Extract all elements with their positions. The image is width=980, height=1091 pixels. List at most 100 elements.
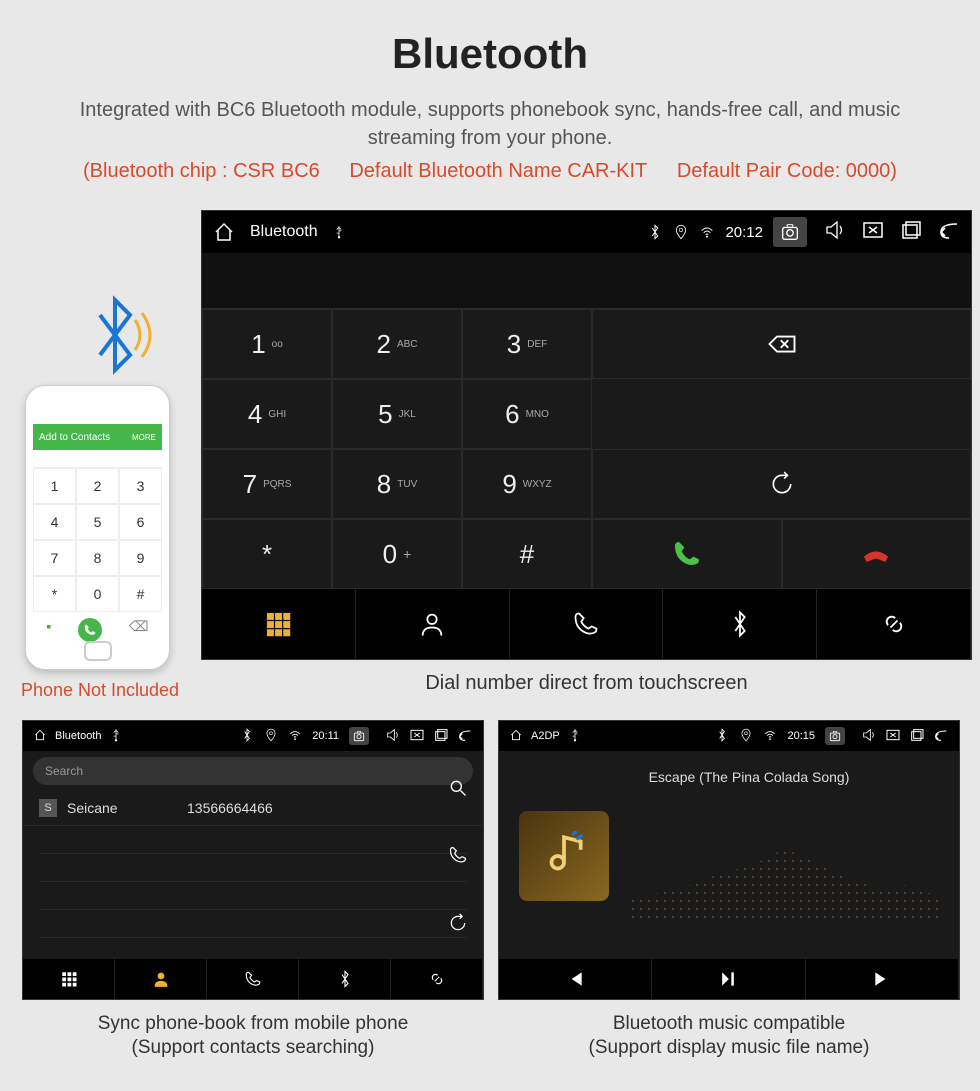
dialer-screen: Bluetooth 20:12 1oo 2ABC 3DEF 4GHI 5JKL … <box>201 210 972 660</box>
side-call-icon[interactable] <box>448 845 468 870</box>
back-icon[interactable] <box>933 727 949 746</box>
phone-key-6: 6 <box>119 504 162 540</box>
phone-key-hash: # <box>119 576 162 612</box>
side-search-icon[interactable] <box>448 778 468 803</box>
statusbar: Bluetooth 20:12 <box>202 211 971 253</box>
key-9[interactable]: 9WXYZ <box>462 449 592 519</box>
statusbar-title: Bluetooth <box>55 730 101 742</box>
key-1[interactable]: 1oo <box>202 309 332 379</box>
search-input[interactable]: Search <box>33 757 473 785</box>
nav-bluetooth[interactable] <box>299 959 391 999</box>
spec-chip: (Bluetooth chip : CSR BC6 <box>83 160 320 182</box>
key-6[interactable]: 6MNO <box>462 379 592 449</box>
nav-keypad[interactable] <box>23 959 115 999</box>
bluetooth-icon <box>240 728 254 745</box>
music-statusbar: A2DP 20:15 <box>499 721 959 751</box>
nav-pair[interactable] <box>817 589 971 659</box>
phonebook-statusbar: Bluetooth 20:11 <box>23 721 483 751</box>
close-window-icon[interactable] <box>885 727 901 746</box>
key-0[interactable]: 0+ <box>332 519 462 589</box>
key-star[interactable]: * <box>202 519 332 589</box>
contact-number: 13566664466 <box>187 800 273 816</box>
backspace-button[interactable] <box>592 309 971 379</box>
key-3[interactable]: 3DEF <box>462 309 592 379</box>
key-5[interactable]: 5JKL <box>332 379 462 449</box>
bluetooth-icon <box>715 728 729 745</box>
audio-visualizer <box>629 841 939 921</box>
page-title: Bluetooth <box>0 0 980 78</box>
redial-button[interactable] <box>592 449 971 519</box>
phone-caption: Phone Not Included <box>10 680 190 701</box>
next-track-button[interactable] <box>806 959 959 999</box>
key-7[interactable]: 7PQRS <box>202 449 332 519</box>
phone-call-icon <box>78 618 102 642</box>
search-placeholder: Search <box>45 764 83 778</box>
number-display <box>202 253 971 309</box>
contact-row[interactable]: S Seicane 13566664466 <box>23 791 483 826</box>
phone-key-4: 4 <box>33 504 76 540</box>
phone-key-star: * <box>33 576 76 612</box>
wifi-icon <box>288 728 302 745</box>
phone-key-7: 7 <box>33 540 76 576</box>
side-refresh-icon[interactable] <box>448 913 468 938</box>
music-caption: Bluetooth music compatible (Support disp… <box>498 1013 960 1059</box>
phone-home-button <box>84 641 112 661</box>
key-8[interactable]: 8TUV <box>332 449 462 519</box>
spec-pair: Default Pair Code: 0000) <box>677 160 897 182</box>
nav-pair[interactable] <box>391 959 483 999</box>
phone-key-9: 9 <box>119 540 162 576</box>
prev-track-button[interactable] <box>499 959 652 999</box>
volume-icon[interactable] <box>861 727 877 746</box>
close-window-icon[interactable] <box>409 727 425 746</box>
camera-icon[interactable] <box>349 727 369 745</box>
hangup-button[interactable] <box>782 519 972 589</box>
phone-key-0: 0 <box>76 576 119 612</box>
volume-icon[interactable] <box>823 218 847 246</box>
wifi-icon <box>699 224 715 240</box>
usb-icon <box>568 728 582 745</box>
page-specs: (Bluetooth chip : CSR BC6 Default Blueto… <box>0 160 980 197</box>
key-2[interactable]: 2ABC <box>332 309 462 379</box>
recent-apps-icon[interactable] <box>909 727 925 746</box>
volume-icon[interactable] <box>385 727 401 746</box>
close-window-icon[interactable] <box>861 218 885 246</box>
location-icon <box>264 728 278 745</box>
phone-video-icon: ▪ <box>46 618 51 642</box>
key-4[interactable]: 4GHI <box>202 379 332 449</box>
back-icon[interactable] <box>937 218 961 246</box>
recent-apps-icon[interactable] <box>899 218 923 246</box>
bluetooth-icon <box>647 224 663 240</box>
location-icon <box>673 224 689 240</box>
recent-apps-icon[interactable] <box>433 727 449 746</box>
back-icon[interactable] <box>457 727 473 746</box>
nav-contacts[interactable] <box>356 589 510 659</box>
phone-key-8: 8 <box>76 540 119 576</box>
album-art-icon <box>519 811 609 901</box>
play-pause-button[interactable] <box>652 959 805 999</box>
clock-time: 20:11 <box>312 730 339 742</box>
nav-call-log[interactable] <box>207 959 299 999</box>
phone-topbar-more: MORE <box>132 433 156 442</box>
phonebook-caption: Sync phone-book from mobile phone (Suppo… <box>22 1013 484 1059</box>
camera-icon[interactable] <box>773 217 807 247</box>
nav-contacts[interactable] <box>115 959 207 999</box>
camera-icon[interactable] <box>825 727 845 745</box>
call-button[interactable] <box>592 519 782 589</box>
phone-topbar-label: Add to Contacts <box>39 432 110 443</box>
statusbar-title: A2DP <box>531 730 560 742</box>
nav-call-log[interactable] <box>510 589 664 659</box>
clock-time: 20:15 <box>787 730 815 742</box>
phonebook-screen: Bluetooth 20:11 Search S Seicane 1356666… <box>22 720 484 1000</box>
usb-icon <box>109 728 123 745</box>
phone-backspace-icon: ⌫ <box>129 618 149 642</box>
home-icon[interactable] <box>212 220 236 244</box>
empty-row <box>39 910 467 938</box>
empty-row <box>39 854 467 882</box>
key-hash[interactable]: # <box>462 519 592 589</box>
nav-keypad[interactable] <box>202 589 356 659</box>
home-icon[interactable] <box>33 728 47 745</box>
home-icon[interactable] <box>509 728 523 745</box>
page-subtitle: Integrated with BC6 Bluetooth module, su… <box>0 78 980 160</box>
nav-bluetooth[interactable] <box>663 589 817 659</box>
phone-key-5: 5 <box>76 504 119 540</box>
